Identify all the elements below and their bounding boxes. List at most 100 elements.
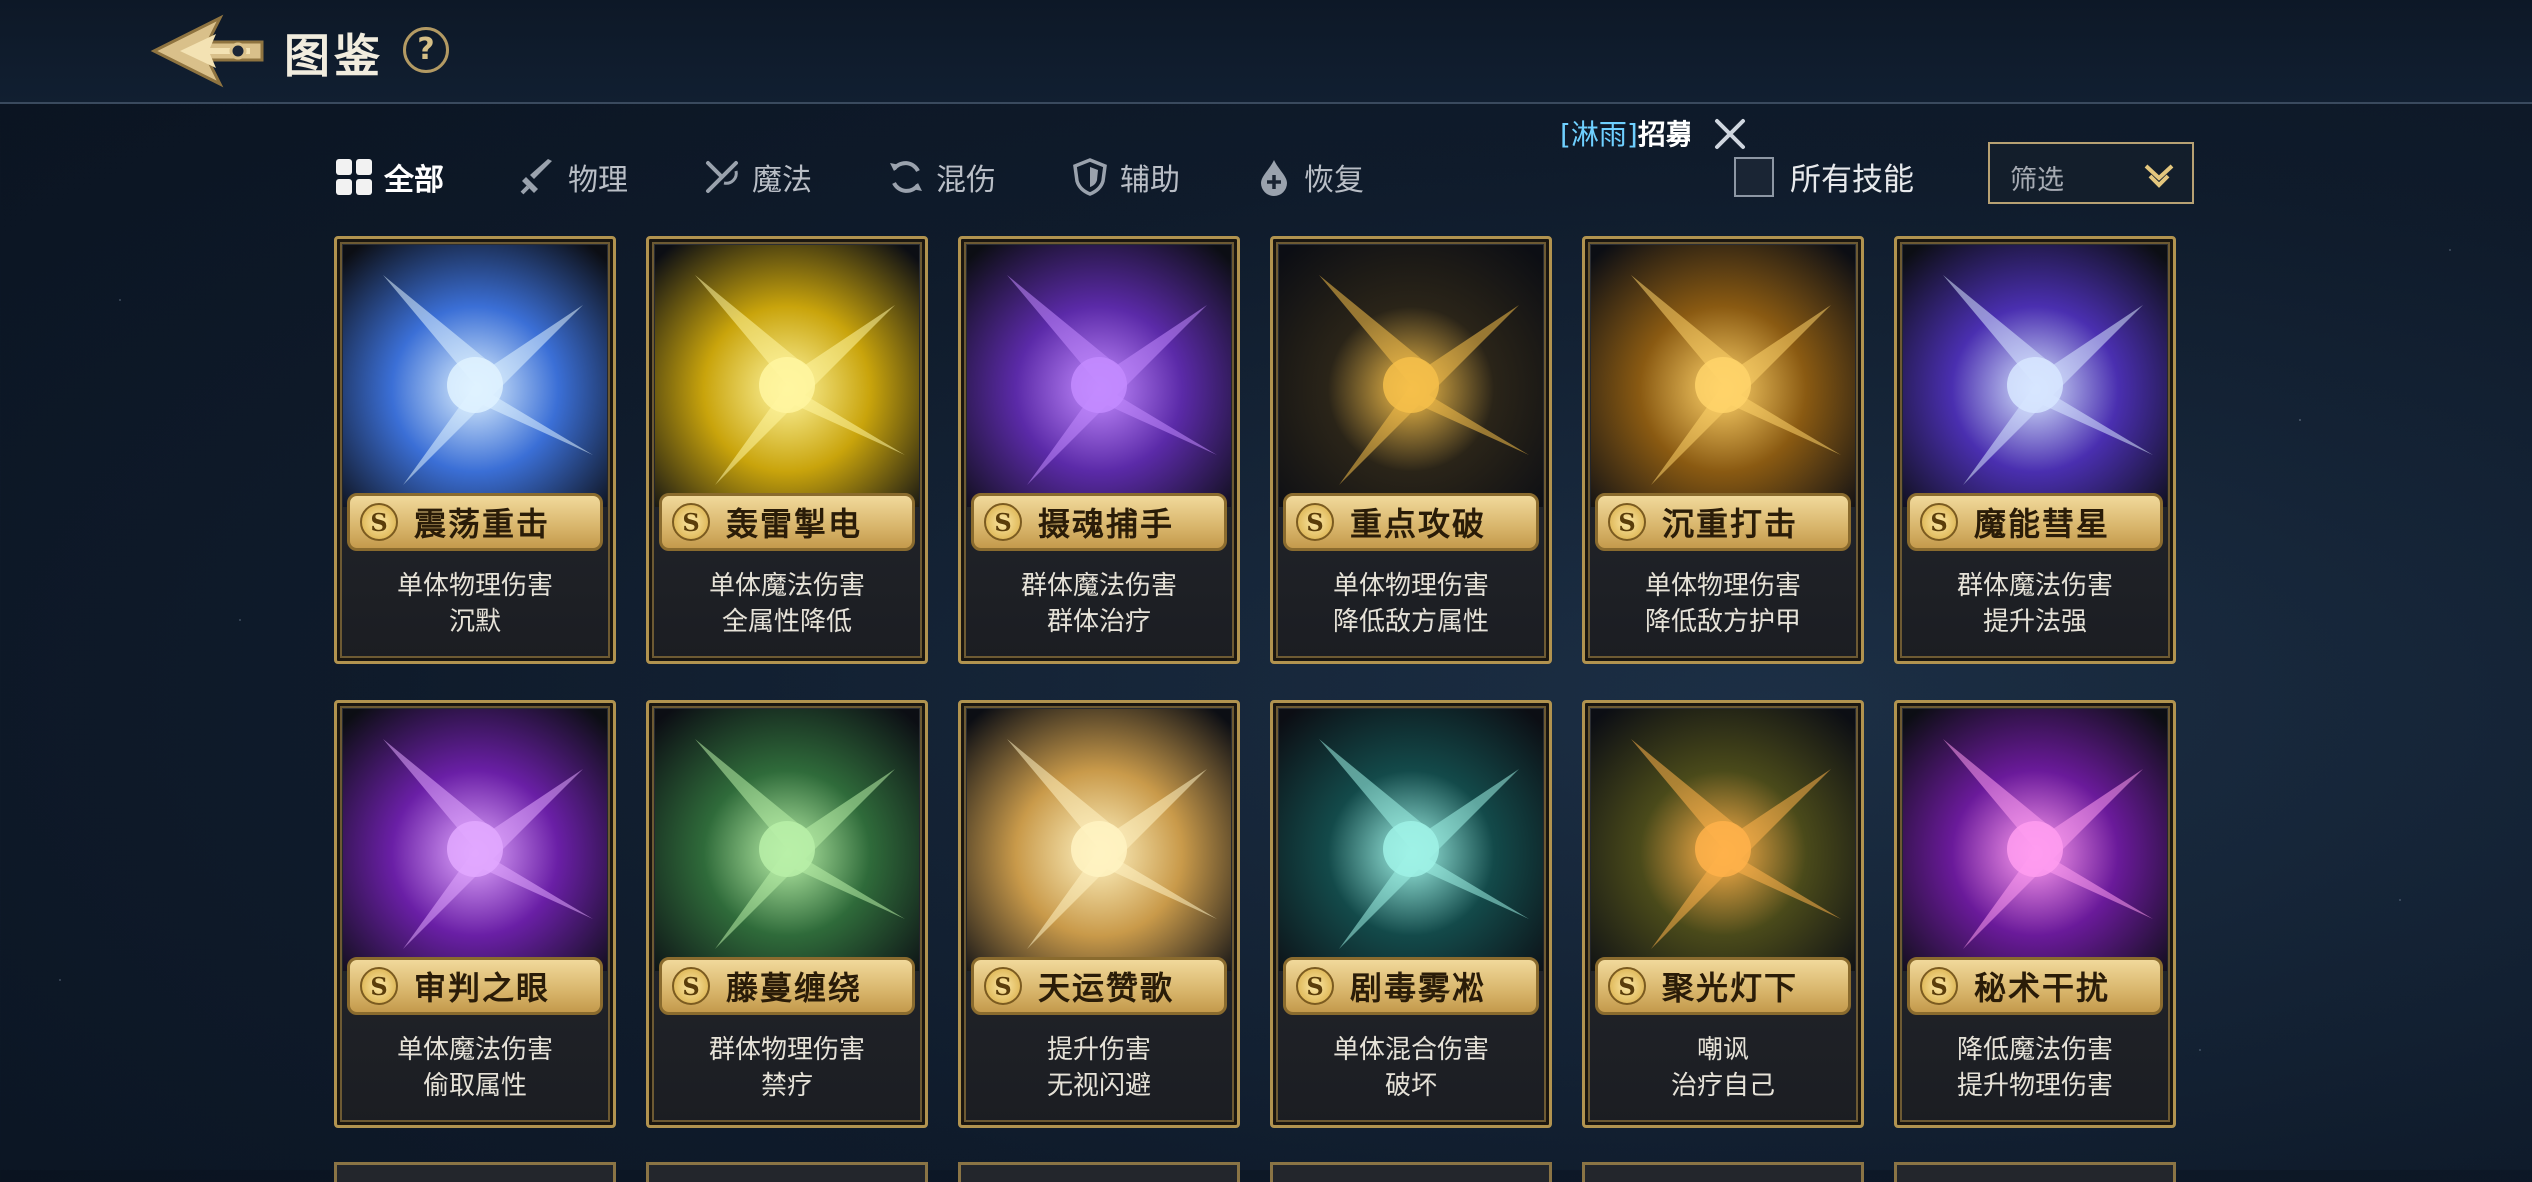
partial-card: [1582, 1162, 1864, 1182]
skill-description-line-1: 群体魔法伤害: [1956, 571, 2113, 601]
rank-badge: S: [1920, 967, 1958, 1005]
sword-icon: [520, 159, 552, 195]
partial-card: [958, 1162, 1240, 1182]
skill-name: 审判之眼: [413, 969, 550, 1007]
skill-name-plate: S 聚光灯下: [1595, 957, 1851, 1015]
skill-card[interactable]: S 剧毒雾凇 单体混合伤害 破坏: [1270, 700, 1552, 1128]
chevron-down-icon: [2144, 164, 2174, 188]
skill-name: 轰雷掣电: [725, 505, 862, 543]
skill-card[interactable]: S 聚光灯下嘲讽治疗自己: [1582, 700, 1864, 1128]
skill-illustration-icon: [967, 709, 1231, 971]
rank-badge: S: [1296, 503, 1334, 541]
skill-name: 聚光灯下: [1661, 969, 1798, 1007]
skill-illustration-icon: [967, 245, 1231, 507]
skill-card[interactable]: S 藤蔓缠绕 群体物理伤害 禁疗: [646, 700, 928, 1128]
all-skills-checkbox[interactable]: [1734, 156, 1774, 197]
magic-icon: [706, 161, 738, 193]
skill-name-plate: S 沉重打击: [1595, 493, 1851, 551]
tab-all[interactable]: 全部: [334, 152, 444, 202]
skill-description-line-2: 提升法强: [1982, 607, 2087, 637]
close-icon: [1715, 119, 1745, 149]
skill-card[interactable]: S 审判之眼单体魔法伤害 偷取属性: [334, 700, 616, 1128]
skill-description-line-1: 嘲讽: [1696, 1035, 1749, 1065]
rank-badge: S: [672, 503, 710, 541]
skill-description-line-2: 治疗自己: [1670, 1071, 1775, 1101]
tab-support[interactable]: 辅助: [1070, 152, 1180, 202]
tab-label: 魔法: [752, 163, 812, 198]
skill-name: 沉重打击: [1661, 505, 1798, 543]
skill-description-line-2: 降低敌方属性: [1332, 607, 1489, 637]
skill-description-line-2: 降低敌方护甲: [1644, 607, 1801, 637]
skill-name-plate: S 摄魂捕手: [971, 493, 1227, 551]
skill-illustration-icon: [1903, 709, 2167, 971]
skill-illustration-icon: [1279, 709, 1543, 971]
skill-name-plate: S 重点攻破: [1283, 493, 1539, 551]
skill-description-line-2: 群体治疗: [1046, 607, 1151, 637]
skill-description-line-2: 破坏: [1384, 1071, 1437, 1101]
tab-label: 辅助: [1120, 163, 1180, 198]
skill-description-line-2: 偷取属性: [422, 1071, 527, 1101]
skill-name: 藤蔓缠绕: [725, 969, 862, 1007]
page-title: 图鉴: [284, 29, 384, 83]
skill-name: 摄魂捕手: [1037, 505, 1174, 543]
broadcast-ticker: [淋雨]招募: [1560, 114, 1690, 156]
skill-art: [343, 709, 607, 971]
skill-description-line-1: 单体混合伤害: [1332, 1035, 1489, 1065]
back-button[interactable]: [150, 12, 270, 90]
partial-card: [334, 1162, 616, 1182]
filter-dropdown[interactable]: 筛选: [1988, 142, 2194, 204]
skill-illustration-icon: [655, 709, 919, 971]
tab-physical[interactable]: 物理: [518, 152, 628, 202]
tab-heal[interactable]: 恢复: [1254, 152, 1364, 202]
skill-card[interactable]: S 摄魂捕手群体魔法伤害 群体治疗: [958, 236, 1240, 664]
skill-name: 秘术干扰: [1973, 969, 2110, 1007]
tab-magic[interactable]: 魔法: [702, 152, 812, 202]
skill-art: [967, 709, 1231, 971]
tab-label: 物理: [568, 163, 628, 198]
skill-description-line-1: 降低魔法伤害: [1956, 1035, 2113, 1065]
skill-description-line-2: 全属性降低: [721, 607, 852, 637]
skill-description-line-2: 无视闪避: [1046, 1071, 1151, 1101]
help-button[interactable]: ?: [403, 27, 449, 73]
skill-card[interactable]: S 天运赞歌 提升伤害 无视闪避: [958, 700, 1240, 1128]
partial-card: [1894, 1162, 2176, 1182]
partial-card: [1270, 1162, 1552, 1182]
skill-illustration-icon: [655, 245, 919, 507]
skill-art: [967, 245, 1231, 507]
skill-card[interactable]: S 魔能彗星群体魔法伤害 提升法强: [1894, 236, 2176, 664]
skill-art: [1279, 245, 1543, 507]
skill-card[interactable]: S 轰雷掣电 单体魔法伤害 全属性降低: [646, 236, 928, 664]
close-ticker-button[interactable]: [1712, 116, 1748, 152]
droplet-icon: [1261, 160, 1287, 196]
skill-card[interactable]: S 沉重打击单体物理伤害 降低敌方护甲: [1582, 236, 1864, 664]
tab-mixed[interactable]: 混伤: [886, 152, 996, 202]
top-bar: 图鉴 ?: [0, 0, 2532, 104]
skill-description-line-1: 单体物理伤害: [1644, 571, 1801, 601]
ticker-message: 招募: [1637, 118, 1690, 151]
skill-description-line-1: 单体物理伤害: [1332, 571, 1489, 601]
skill-illustration-icon: [343, 709, 607, 971]
skill-illustration-icon: [1591, 245, 1855, 507]
skill-card[interactable]: S 秘术干扰降低魔法伤害 提升物理伤害: [1894, 700, 2176, 1128]
rank-badge: S: [984, 503, 1022, 541]
skill-card[interactable]: S 震荡重击 单体物理伤害 沉默: [334, 236, 616, 664]
grid-icon: [336, 159, 372, 195]
all-skills-toggle[interactable]: 所有技能: [1734, 154, 1914, 199]
skill-art: [343, 245, 607, 507]
skill-description-line-2: 提升物理伤害: [1956, 1071, 2113, 1101]
shield-icon: [1073, 158, 1107, 196]
skill-art: [655, 245, 919, 507]
skill-name-plate: S 天运赞歌: [971, 957, 1227, 1015]
skill-name: 剧毒雾凇: [1349, 969, 1486, 1007]
rank-badge: S: [672, 967, 710, 1005]
skill-name: 震荡重击: [413, 505, 550, 543]
skill-name-plate: S 审判之眼: [347, 957, 603, 1015]
skill-description-line-1: 单体魔法伤害: [396, 1035, 553, 1065]
skill-card[interactable]: S 重点攻破单体物理伤害 降低敌方属性: [1270, 236, 1552, 664]
skill-description-line-1: 群体魔法伤害: [1020, 571, 1177, 601]
skill-name-plate: S 魔能彗星: [1907, 493, 2163, 551]
skill-illustration-icon: [1279, 245, 1543, 507]
rank-badge: S: [1608, 503, 1646, 541]
skill-art: [1903, 709, 2167, 971]
rank-badge: S: [1608, 967, 1646, 1005]
